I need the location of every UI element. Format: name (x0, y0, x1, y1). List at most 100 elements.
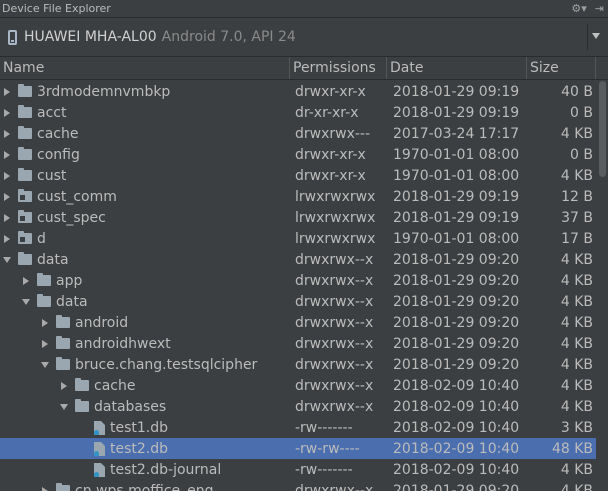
file-permissions: drwxr-xr-x (295, 83, 366, 100)
tree-row[interactable]: cust drwxr-xr-x 1970-01-01 08:00 4 KB (0, 165, 596, 186)
scrollbar-thumb[interactable] (599, 81, 606, 177)
file-permissions: drwxrwx--x (295, 314, 374, 331)
file-size: 48 KB (551, 440, 593, 457)
file-date: 1970-01-01 08:00 (393, 146, 520, 163)
file-date: 2018-01-29 09:19 (393, 188, 520, 205)
expand-toggle[interactable] (19, 274, 33, 288)
tree-row[interactable]: cn.wps.moffice_eng drwxrwx--x 2018-01-29… (0, 480, 596, 491)
chevron-down-icon[interactable] (592, 33, 600, 39)
expand-toggle[interactable] (0, 232, 14, 246)
expand-toggle[interactable] (0, 190, 14, 204)
collapse-toggle[interactable] (38, 358, 52, 372)
expand-toggle[interactable] (0, 148, 14, 162)
file-permissions: -rw------- (295, 461, 353, 478)
tree-row[interactable]: cust_comm lrwxrwxrwx 2018-01-29 09:19 12… (0, 186, 596, 207)
file-size: 3 KB (560, 419, 593, 436)
file-date: 2018-02-09 10:40 (393, 419, 520, 436)
column-header-date[interactable]: Date (387, 57, 527, 79)
file-name: app (56, 272, 83, 289)
folder-icon (18, 168, 32, 181)
collapse-toggle[interactable] (19, 295, 33, 309)
file-name: cn.wps.moffice_eng (75, 482, 214, 491)
file-size: 0 B (570, 104, 593, 121)
folder-icon (18, 84, 32, 97)
expand-toggle[interactable] (0, 169, 14, 183)
tree-row[interactable]: app drwxrwx--x 2018-01-29 09:20 4 KB (0, 270, 596, 291)
expand-toggle[interactable] (0, 106, 14, 120)
collapse-toggle[interactable] (57, 400, 71, 414)
file-permissions: drwxrwx--x (295, 251, 374, 268)
expand-toggle[interactable] (0, 85, 14, 99)
file-name: test1.db (110, 419, 169, 436)
folder-icon (56, 357, 70, 370)
expand-toggle[interactable] (57, 379, 71, 393)
tree-row[interactable]: android drwxrwx--x 2018-01-29 09:20 4 KB (0, 312, 596, 333)
gear-icon[interactable]: ⚙▾ (571, 2, 586, 15)
expand-toggle[interactable] (38, 337, 52, 351)
file-permissions: -rw------- (295, 419, 353, 436)
folder-icon (37, 273, 51, 286)
file-size: 12 B (561, 188, 593, 205)
column-header-size[interactable]: Size (527, 57, 596, 79)
file-date: 2018-01-29 09:20 (393, 335, 520, 352)
tree-row[interactable]: d lrwxrwxrwx 1970-01-01 08:00 17 B (0, 228, 596, 249)
file-date: 2018-02-09 10:40 (393, 377, 520, 394)
file-icon (94, 420, 105, 435)
tree-row[interactable]: bruce.chang.testsqlcipher drwxrwx--x 201… (0, 354, 596, 375)
file-name: data (37, 251, 69, 268)
file-date: 2018-01-29 09:19 (393, 83, 520, 100)
file-permissions: drwxrwx--x (295, 482, 374, 491)
expand-toggle[interactable] (38, 316, 52, 330)
folder-link-icon (18, 231, 32, 244)
folder-icon (18, 252, 32, 265)
file-name: cache (37, 125, 79, 142)
file-date: 2018-01-29 09:19 (393, 104, 520, 121)
tree-row[interactable]: test2.db-journal -rw------- 2018-02-09 1… (0, 459, 596, 480)
expand-toggle[interactable] (0, 211, 14, 225)
folder-icon (18, 126, 32, 139)
collapse-toggle[interactable] (0, 253, 14, 267)
expand-toggle[interactable] (38, 484, 52, 491)
tree-row[interactable]: cache drwxrwx--- 2017-03-24 17:17 4 KB (0, 123, 596, 144)
file-date: 1970-01-01 08:00 (393, 167, 520, 184)
column-header-permissions[interactable]: Permissions (290, 57, 387, 79)
file-tree: 3rdmodemnvmbkp drwxr-xr-x 2018-01-29 09:… (0, 81, 596, 491)
tree-row[interactable]: 3rdmodemnvmbkp drwxr-xr-x 2018-01-29 09:… (0, 81, 596, 102)
tree-row[interactable]: databases drwxrwx--x 2018-02-09 10:40 4 … (0, 396, 596, 417)
device-selector[interactable]: HUAWEI MHA-AL00 Android 7.0, API 24 (0, 17, 608, 57)
tree-row[interactable]: cust_spec lrwxrwxrwx 2018-01-29 09:19 37… (0, 207, 596, 228)
file-size: 4 KB (560, 398, 593, 415)
folder-icon (75, 378, 89, 391)
column-header-name[interactable]: Name (0, 57, 290, 79)
file-date: 2018-01-29 09:20 (393, 314, 520, 331)
file-name: data (56, 293, 88, 310)
phone-icon (8, 29, 17, 45)
file-date: 2017-03-24 17:17 (393, 125, 520, 142)
tree-row[interactable]: test1.db -rw------- 2018-02-09 10:40 3 K… (0, 417, 596, 438)
file-size: 4 KB (560, 335, 593, 352)
tree-row[interactable]: config drwxr-xr-x 1970-01-01 08:00 0 B (0, 144, 596, 165)
tree-row[interactable]: data drwxrwx--x 2018-01-29 09:20 4 KB (0, 291, 596, 312)
folder-icon (56, 483, 70, 491)
folder-link-icon (18, 210, 32, 223)
tree-row-selected[interactable]: test2.db -rw-rw---- 2018-02-09 10:40 48 … (0, 438, 596, 459)
file-date: 2018-02-09 10:40 (393, 398, 520, 415)
file-permissions: drwxrwx--x (295, 398, 374, 415)
file-permissions: lrwxrwxrwx (295, 188, 376, 205)
tree-row[interactable]: androidhwext drwxrwx--x 2018-01-29 09:20… (0, 333, 596, 354)
file-date: 1970-01-01 08:00 (393, 230, 520, 247)
tree-row[interactable]: cache drwxrwx--x 2018-02-09 10:40 4 KB (0, 375, 596, 396)
folder-icon (75, 399, 89, 412)
vertical-scrollbar[interactable] (596, 81, 608, 491)
file-size: 4 KB (560, 125, 593, 142)
file-permissions: drwxrwx--x (295, 335, 374, 352)
tree-row[interactable]: data drwxrwx--x 2018-01-29 09:20 4 KB (0, 249, 596, 270)
hide-icon[interactable]: ⇥ (595, 2, 604, 15)
file-size: 4 KB (560, 377, 593, 394)
title-actions: ⚙▾ ⇥ (571, 0, 604, 17)
expand-toggle[interactable] (0, 127, 14, 141)
file-name: d (37, 230, 46, 247)
file-permissions: drwxrwx--- (295, 125, 371, 142)
file-date: 2018-01-29 09:20 (393, 482, 520, 491)
tree-row[interactable]: acct dr-xr-xr-x 2018-01-29 09:19 0 B (0, 102, 596, 123)
